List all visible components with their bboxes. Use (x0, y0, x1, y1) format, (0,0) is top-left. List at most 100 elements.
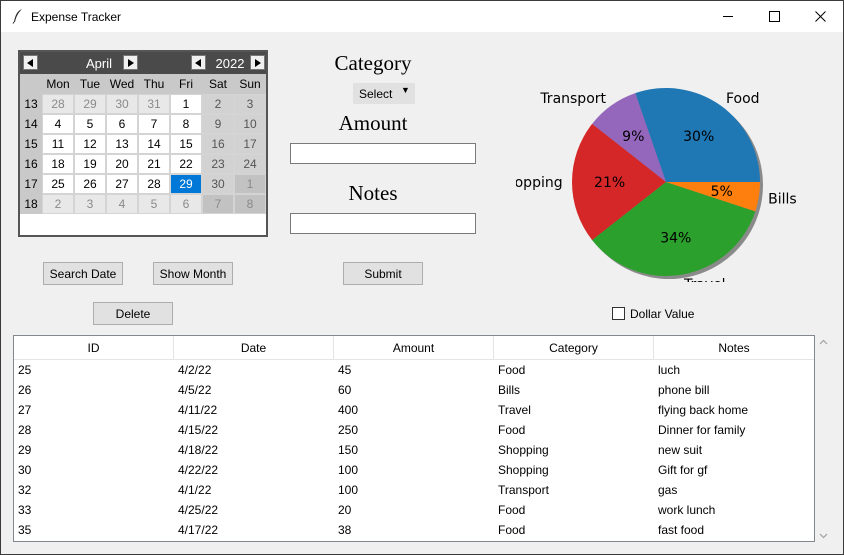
dollar-value-label[interactable]: Dollar Value (630, 307, 694, 321)
table-row[interactable]: 30 4/22/22 100 Shopping Gift for gf (14, 460, 814, 480)
search-date-button[interactable]: Search Date (43, 262, 123, 285)
calendar-day[interactable]: 15 (170, 134, 202, 154)
column-header-id[interactable]: ID (14, 336, 174, 359)
table-row[interactable]: 29 4/18/22 150 Shopping new suit (14, 440, 814, 460)
calendar-day[interactable]: 17 (234, 134, 266, 154)
calendar-day[interactable]: 31 (138, 94, 170, 114)
calendar-day[interactable]: 22 (170, 154, 202, 174)
table-cell: flying back home (658, 403, 749, 417)
column-header-category[interactable]: Category (494, 336, 654, 359)
calendar-day[interactable]: 2 (42, 194, 74, 214)
calendar-day[interactable]: 8 (170, 114, 202, 134)
table-row[interactable]: 26 4/5/22 60 Bills phone bill (14, 380, 814, 400)
calendar-day[interactable]: 2 (202, 94, 234, 114)
table-cell: 33 (18, 503, 32, 517)
dollar-value-checkbox[interactable] (612, 307, 625, 320)
calendar-day[interactable]: 3 (234, 94, 266, 114)
delete-button[interactable]: Delete (93, 302, 173, 325)
column-header-amount[interactable]: Amount (334, 336, 494, 359)
calendar-day[interactable]: 24 (234, 154, 266, 174)
calendar-day[interactable]: 10 (234, 114, 266, 134)
scroll-down-icon[interactable] (819, 531, 828, 540)
right-arrow-icon (128, 58, 134, 67)
calendar-day[interactable]: 1 (234, 174, 266, 194)
table-row[interactable]: 32 4/1/22 100 Transport gas (14, 480, 814, 500)
calendar-day[interactable]: 28 (42, 94, 74, 114)
calendar-day[interactable]: 11 (42, 134, 74, 154)
column-header-date[interactable]: Date (174, 336, 334, 359)
prev-month-button[interactable] (23, 55, 38, 70)
calendar-day[interactable]: 7 (138, 114, 170, 134)
table-row[interactable]: 27 4/11/22 400 Travel flying back home (14, 400, 814, 420)
calendar-day[interactable]: 3 (74, 194, 106, 214)
calendar-day[interactable]: 9 (202, 114, 234, 134)
next-year-button[interactable] (250, 55, 265, 70)
minimize-button[interactable] (705, 1, 751, 32)
calendar-day[interactable]: 18 (42, 154, 74, 174)
minimize-icon (722, 16, 733, 17)
table-row[interactable]: 35 4/17/22 38 Food fast food (14, 520, 814, 540)
column-header-notes[interactable]: Notes (654, 336, 814, 359)
table-row[interactable]: 25 4/2/22 45 Food luch (14, 360, 814, 380)
calendar-day[interactable]: 25 (42, 174, 74, 194)
calendar-day[interactable]: 29 (170, 174, 202, 194)
pie-percent-label: 30% (683, 129, 714, 145)
calendar-day[interactable]: 29 (74, 94, 106, 114)
calendar-day[interactable]: 19 (74, 154, 106, 174)
calendar-day[interactable]: 6 (170, 194, 202, 214)
close-button[interactable] (797, 1, 843, 32)
prev-year-button[interactable] (191, 55, 206, 70)
window-title: Expense Tracker (31, 10, 122, 24)
calendar-day[interactable]: 27 (106, 174, 138, 194)
notes-input[interactable] (290, 213, 476, 234)
calendar-day[interactable]: 5 (138, 194, 170, 214)
calendar-day[interactable]: 20 (106, 154, 138, 174)
category-select[interactable]: Select ▼ (353, 83, 415, 104)
calendar-day[interactable]: 14 (138, 134, 170, 154)
table-cell: Bills (498, 383, 521, 397)
calendar-day[interactable]: 4 (106, 194, 138, 214)
calendar-day[interactable]: 28 (138, 174, 170, 194)
week-number: 14 (20, 114, 42, 134)
weekday-header: Sun (234, 74, 266, 94)
amount-input[interactable] (290, 143, 476, 164)
maximize-button[interactable] (751, 1, 797, 32)
calendar-day[interactable]: 23 (202, 154, 234, 174)
pie-percent-label: 21% (594, 175, 625, 191)
notes-label: Notes (348, 181, 398, 205)
next-month-button[interactable] (123, 55, 138, 70)
week-number: 15 (20, 134, 42, 154)
feather-icon (12, 9, 22, 24)
weekday-header: Mon (42, 74, 74, 94)
table-cell: fast food (658, 523, 705, 537)
table-cell: 29 (18, 443, 32, 457)
submit-button[interactable]: Submit (343, 262, 423, 285)
table-cell: 28 (18, 423, 32, 437)
table-scrollbar[interactable] (815, 332, 832, 544)
calendar-day[interactable]: 30 (106, 94, 138, 114)
calendar-day[interactable]: 7 (202, 194, 234, 214)
scroll-up-icon[interactable] (819, 338, 828, 347)
table-cell: 400 (338, 403, 359, 417)
table-cell: Travel (498, 403, 531, 417)
calendar-day[interactable]: 8 (234, 194, 266, 214)
calendar-day[interactable]: 1 (170, 94, 202, 114)
title-bar[interactable]: Expense Tracker (1, 1, 843, 32)
week-number: 17 (20, 174, 42, 194)
calendar-day[interactable]: 16 (202, 134, 234, 154)
calendar-day[interactable]: 5 (74, 114, 106, 134)
table-row[interactable]: 28 4/15/22 250 Food Dinner for family (14, 420, 814, 440)
calendar-day[interactable]: 12 (74, 134, 106, 154)
table-cell: Transport (498, 483, 549, 497)
table-cell: 38 (338, 523, 352, 537)
calendar-day[interactable]: 6 (106, 114, 138, 134)
table-row[interactable]: 33 4/25/22 20 Food work lunch (14, 500, 814, 520)
table-cell: 30 (18, 463, 32, 477)
calendar-day[interactable]: 4 (42, 114, 74, 134)
calendar-day[interactable]: 30 (202, 174, 234, 194)
show-month-button[interactable]: Show Month (153, 262, 233, 285)
calendar-day[interactable]: 26 (74, 174, 106, 194)
table-cell: new suit (658, 443, 703, 457)
calendar-day[interactable]: 13 (106, 134, 138, 154)
calendar-day[interactable]: 21 (138, 154, 170, 174)
